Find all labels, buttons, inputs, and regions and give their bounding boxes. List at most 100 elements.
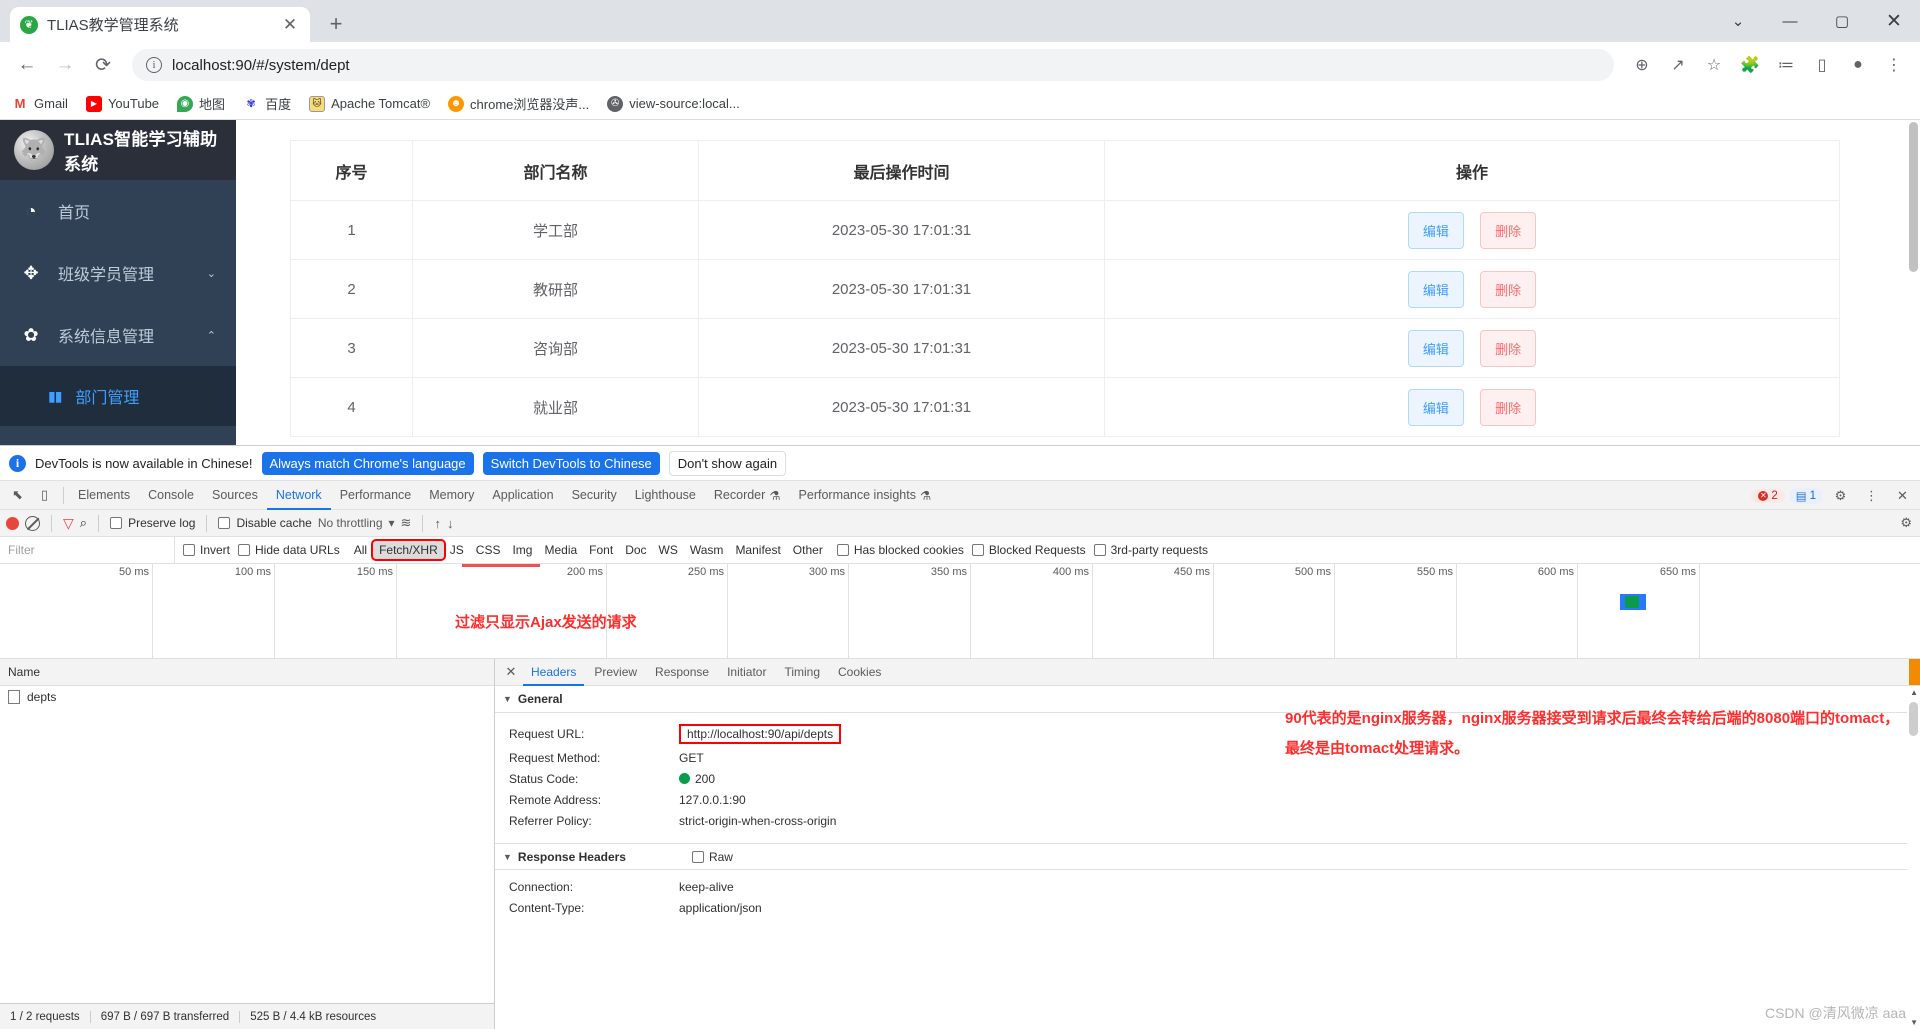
sidebar-item-system-info[interactable]: ✿ 系统信息管理 ⌃ — [0, 304, 236, 366]
tab-security[interactable]: Security — [563, 481, 626, 510]
filter-icon[interactable]: ▽ — [63, 515, 74, 532]
delete-button[interactable]: 删除 — [1480, 211, 1537, 249]
edit-button[interactable]: 编辑 — [1407, 270, 1464, 308]
filter-type-img[interactable]: Img — [506, 541, 538, 559]
delete-button[interactable]: 删除 — [1480, 270, 1537, 308]
message-count-badge[interactable]: ▤ 1 — [1788, 487, 1823, 504]
tab-close-icon[interactable]: ✕ — [280, 15, 300, 35]
filter-type-doc[interactable]: Doc — [619, 541, 652, 559]
tab-memory[interactable]: Memory — [420, 481, 483, 510]
new-tab-button[interactable]: + — [319, 7, 353, 41]
delete-button[interactable]: 删除 — [1480, 388, 1537, 426]
side-panel-icon[interactable]: ▯ — [1806, 49, 1838, 81]
bookmark-chrome-no-sound[interactable]: ☻ chrome浏览器没声... — [448, 94, 589, 113]
bookmark-view-source[interactable]: ✇ view-source:local... — [607, 95, 740, 112]
clear-network-log-icon[interactable] — [25, 515, 40, 531]
always-match-language-button[interactable]: Always match Chrome's language — [261, 451, 474, 475]
record-button-icon[interactable] — [6, 516, 19, 530]
tab-lighthouse[interactable]: Lighthouse — [626, 481, 705, 510]
reload-icon[interactable]: ⟳ — [86, 48, 120, 82]
section-response-headers[interactable]: ▼ Response Headers Raw — [495, 843, 1920, 870]
edit-button[interactable]: 编辑 — [1407, 329, 1464, 367]
edit-button[interactable]: 编辑 — [1407, 388, 1464, 426]
header-value-request-url[interactable]: http://localhost:90/api/depts — [679, 724, 842, 744]
tab-search-chevron-down-icon[interactable]: ⌄ — [1712, 0, 1764, 42]
third-party-checkbox[interactable] — [1093, 544, 1106, 556]
page-scrollbar-thumb[interactable] — [1909, 122, 1918, 272]
bookmark-star-icon[interactable]: ☆ — [1698, 49, 1730, 81]
invert-filter[interactable]: Invert — [183, 543, 230, 557]
chrome-menu-icon[interactable]: ⋮ — [1878, 49, 1910, 81]
filter-type-wasm[interactable]: Wasm — [684, 541, 730, 559]
browser-tab[interactable]: ❦ TLIAS教学管理系统 ✕ — [10, 7, 310, 42]
delete-button[interactable]: 删除 — [1480, 329, 1537, 367]
bookmark-youtube[interactable]: ▶ YouTube — [85, 95, 159, 112]
tab-preview[interactable]: Preview — [586, 659, 645, 686]
search-icon[interactable]: ⌕ — [80, 515, 87, 531]
list-item[interactable]: depts — [0, 686, 494, 708]
raw-checkbox[interactable] — [691, 850, 704, 863]
bookmark-maps[interactable]: ◉ 地图 — [177, 94, 225, 113]
sidebar-item-class-student[interactable]: ✥ 班级学员管理 ⌄ — [0, 242, 236, 304]
close-detail-icon[interactable]: ✕ — [501, 664, 521, 680]
hide-data-urls-checkbox[interactable] — [238, 544, 251, 556]
detail-scrollbar[interactable]: ▲ ▼ — [1907, 686, 1920, 1029]
inspect-element-icon[interactable]: ⬉ — [4, 482, 31, 509]
filter-type-media[interactable]: Media — [538, 541, 583, 559]
devtools-close-icon[interactable]: ✕ — [1889, 482, 1916, 509]
tab-initiator[interactable]: Initiator — [719, 659, 774, 686]
forward-icon[interactable]: → — [48, 48, 82, 82]
address-bar[interactable]: i localhost:90/#/system/dept — [132, 49, 1614, 81]
tab-cookies[interactable]: Cookies — [830, 659, 889, 686]
wifi-icon[interactable]: ≋ — [401, 515, 412, 531]
bookmark-tomcat[interactable]: 🐱 Apache Tomcat® — [309, 95, 430, 112]
profile-avatar-icon[interactable]: ● — [1842, 49, 1874, 81]
tab-timing[interactable]: Timing — [776, 659, 828, 686]
share-icon[interactable]: ↗ — [1662, 49, 1694, 81]
tab-network[interactable]: Network — [267, 481, 331, 510]
chevron-down-icon[interactable]: ▼ — [503, 694, 512, 704]
hide-data-urls-filter[interactable]: Hide data URLs — [238, 543, 340, 557]
error-count-badge[interactable]: ✕ 2 — [1751, 488, 1785, 503]
preserve-log-checkbox[interactable] — [110, 517, 123, 529]
switch-devtools-language-button[interactable]: Switch DevTools to Chinese — [482, 451, 660, 475]
sidebar-item-home[interactable]: ◔ 首页 — [0, 180, 236, 242]
network-settings-gear-icon[interactable]: ⚙ — [1900, 515, 1912, 531]
raw-toggle[interactable]: Raw — [691, 850, 733, 864]
extensions-icon[interactable]: 🧩 — [1734, 49, 1766, 81]
throttling-select[interactable]: No throttling — [318, 516, 383, 530]
bookmark-baidu[interactable]: ✾ 百度 — [243, 94, 291, 113]
back-icon[interactable]: ← — [10, 48, 44, 82]
edit-button[interactable]: 编辑 — [1407, 211, 1464, 249]
timeline-request-bar[interactable] — [1620, 594, 1646, 610]
third-party-requests-filter[interactable]: 3rd-party requests — [1093, 543, 1208, 557]
tab-performance[interactable]: Performance — [331, 481, 421, 510]
tab-recorder[interactable]: Recorder ⚗ — [705, 481, 790, 510]
window-close-icon[interactable]: ✕ — [1868, 0, 1920, 42]
filter-type-fetch-xhr[interactable]: Fetch/XHR — [371, 539, 446, 561]
filter-type-ws[interactable]: WS — [653, 541, 684, 559]
blocked-requests-checkbox[interactable] — [971, 544, 984, 556]
has-blocked-cookies-filter[interactable]: Has blocked cookies — [836, 543, 964, 557]
tab-elements[interactable]: Elements — [69, 481, 139, 510]
page-scrollbar[interactable] — [1906, 120, 1920, 445]
detail-scrollbar-thumb[interactable] — [1909, 702, 1918, 736]
sidebar-item-dept[interactable]: ▮▮ 部门管理 — [0, 366, 236, 426]
filter-type-font[interactable]: Font — [583, 541, 619, 559]
invert-checkbox[interactable] — [183, 544, 195, 556]
devtools-settings-gear-icon[interactable]: ⚙ — [1827, 482, 1854, 509]
tab-headers[interactable]: Headers — [523, 659, 584, 686]
device-toolbar-icon[interactable]: ▯ — [31, 482, 58, 509]
tab-application[interactable]: Application — [483, 481, 562, 510]
scroll-up-icon[interactable]: ▲ — [1910, 688, 1918, 697]
filter-type-manifest[interactable]: Manifest — [729, 541, 786, 559]
filter-input[interactable]: Filter — [0, 536, 175, 564]
tab-sources[interactable]: Sources — [203, 481, 267, 510]
blocked-requests-filter[interactable]: Blocked Requests — [971, 543, 1086, 557]
tab-performance-insights[interactable]: Performance insights ⚗ — [790, 481, 941, 510]
chevron-down-icon[interactable]: ▾ — [389, 516, 395, 530]
zoom-icon[interactable]: ⊕ — [1626, 49, 1658, 81]
disable-cache-checkbox[interactable] — [218, 517, 231, 529]
minimize-icon[interactable]: — — [1764, 0, 1816, 42]
reading-list-icon[interactable]: ≔ — [1770, 49, 1802, 81]
